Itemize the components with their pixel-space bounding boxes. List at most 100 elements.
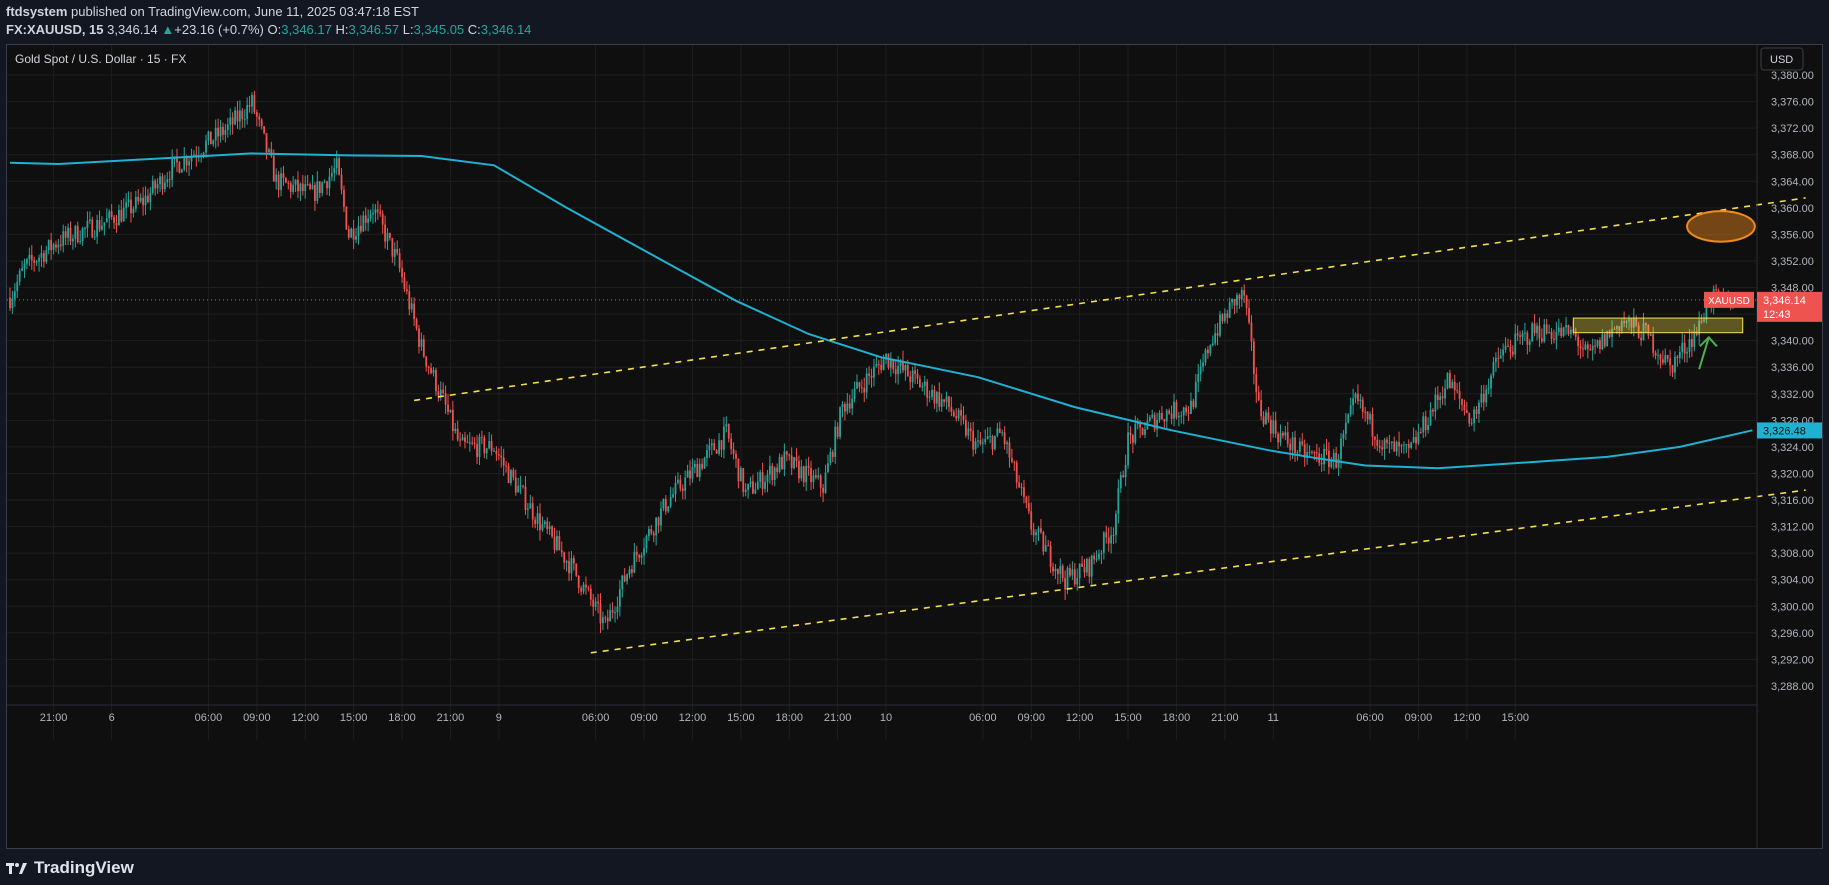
candle-body <box>834 426 837 458</box>
candle-body <box>1023 487 1025 498</box>
symbol-name[interactable]: FX:XAUUSD, 15 <box>6 22 104 37</box>
ma-value-badge: 3,326.48 <box>1757 422 1822 439</box>
candle-body <box>1364 411 1367 413</box>
candle-body <box>556 535 558 550</box>
candle-body <box>621 575 624 590</box>
candle-body <box>1436 394 1439 401</box>
candle-body <box>209 131 212 145</box>
candle-body <box>1463 404 1466 411</box>
candle-body <box>299 183 302 192</box>
candle-body <box>328 176 331 189</box>
candle-body <box>466 441 469 443</box>
candle-body <box>127 199 130 203</box>
candle-body <box>856 382 858 389</box>
candle-body <box>1165 410 1168 422</box>
candle-body <box>1606 331 1609 347</box>
candle-body <box>367 218 370 223</box>
candle-body <box>137 196 140 202</box>
candle-body <box>655 517 658 536</box>
candle-body <box>1122 475 1125 478</box>
candle-body <box>1661 359 1664 363</box>
candle-body <box>710 443 713 446</box>
candle-body <box>1688 339 1691 352</box>
candle-body <box>531 503 534 520</box>
candle-body <box>338 158 341 175</box>
candle-body <box>340 174 343 190</box>
candle-body <box>497 454 500 456</box>
candle-body <box>166 179 169 183</box>
candle-body <box>219 126 222 137</box>
target-ellipse[interactable] <box>1686 210 1756 243</box>
candle-body <box>592 599 595 607</box>
support-zone-box[interactable] <box>1572 317 1744 334</box>
y-tick-label: 3,360.00 <box>1771 203 1814 215</box>
y-tick-label: 3,368.00 <box>1771 150 1814 162</box>
candle-body <box>430 367 432 374</box>
candle-body <box>422 339 425 357</box>
candle-body <box>59 244 62 246</box>
time-axis[interactable]: 21:00 6 06:00 09:00 12:00 15:00 18:00 21:00 9 06:… <box>7 704 1757 724</box>
candle-body <box>1659 354 1662 360</box>
candle-body <box>1526 332 1529 345</box>
candle-body <box>776 467 779 472</box>
candle-body <box>1446 372 1449 389</box>
last-price-badge: XAUUSD 3,346.14 12:43 <box>1704 291 1822 322</box>
candle-body <box>962 415 965 420</box>
candle-body <box>280 173 282 191</box>
candle-body <box>451 409 454 432</box>
candle-body <box>1470 423 1473 425</box>
candle-body <box>814 475 817 478</box>
x-tick-label: 15:00 <box>1114 712 1142 724</box>
candle-body <box>294 179 297 185</box>
up-arrow-annotation-icon[interactable] <box>1698 335 1718 370</box>
close-value: 3,346.14 <box>480 22 532 37</box>
open-label: O: <box>267 22 282 37</box>
candle-body <box>456 428 459 440</box>
candle-body <box>1589 348 1592 351</box>
chart-pane[interactable]: 3,380.00 3,376.00 3,372.00 3,368.00 3,364.00… <box>6 44 1823 849</box>
candle-body <box>1419 432 1422 434</box>
candle-body <box>807 465 810 469</box>
candle-body <box>1083 566 1086 573</box>
lower-channel-line[interactable] <box>590 489 1806 654</box>
price-chart[interactable]: 3,380.00 3,376.00 3,372.00 3,368.00 3,364.00… <box>7 45 1822 848</box>
candle-body <box>226 124 229 130</box>
candle-body <box>1451 381 1454 389</box>
moving-average-line <box>9 152 1753 470</box>
candle-body <box>640 555 643 558</box>
tradingview-logo[interactable]: TradingView <box>6 858 134 878</box>
candle-body <box>754 489 757 494</box>
publisher-name[interactable]: ftdsystem <box>6 4 67 19</box>
upper-channel-line[interactable] <box>414 197 1806 402</box>
candle-body <box>551 526 553 537</box>
candle-body <box>241 110 244 120</box>
candle-body <box>1405 444 1408 446</box>
candle-body <box>500 455 503 458</box>
candle-body <box>577 575 580 588</box>
close-label: C: <box>467 22 481 37</box>
candle-body <box>439 389 442 396</box>
candle-body <box>323 181 326 183</box>
candle-body <box>1127 432 1129 466</box>
candle-body <box>1550 331 1553 339</box>
candle-body <box>1069 567 1071 576</box>
candle-body <box>580 587 583 592</box>
currency-label[interactable]: USD <box>1770 54 1793 66</box>
candle-body <box>1095 558 1098 560</box>
candle-body <box>756 481 759 490</box>
candle-body <box>362 215 365 232</box>
candle-body <box>570 558 573 574</box>
candle-body <box>1424 416 1427 431</box>
candle-body <box>669 497 672 507</box>
y-tick-label: 3,352.00 <box>1771 256 1814 268</box>
candle-body <box>633 551 636 573</box>
candle-body <box>91 219 94 238</box>
candle-body <box>623 575 626 582</box>
candle-body <box>1047 545 1050 547</box>
candle-body <box>1252 341 1255 375</box>
candle-body <box>1640 337 1642 341</box>
candle-body <box>827 463 829 473</box>
candle-body <box>594 601 597 607</box>
currency-button[interactable]: USD <box>1760 47 1804 71</box>
candle-body <box>1429 409 1432 426</box>
